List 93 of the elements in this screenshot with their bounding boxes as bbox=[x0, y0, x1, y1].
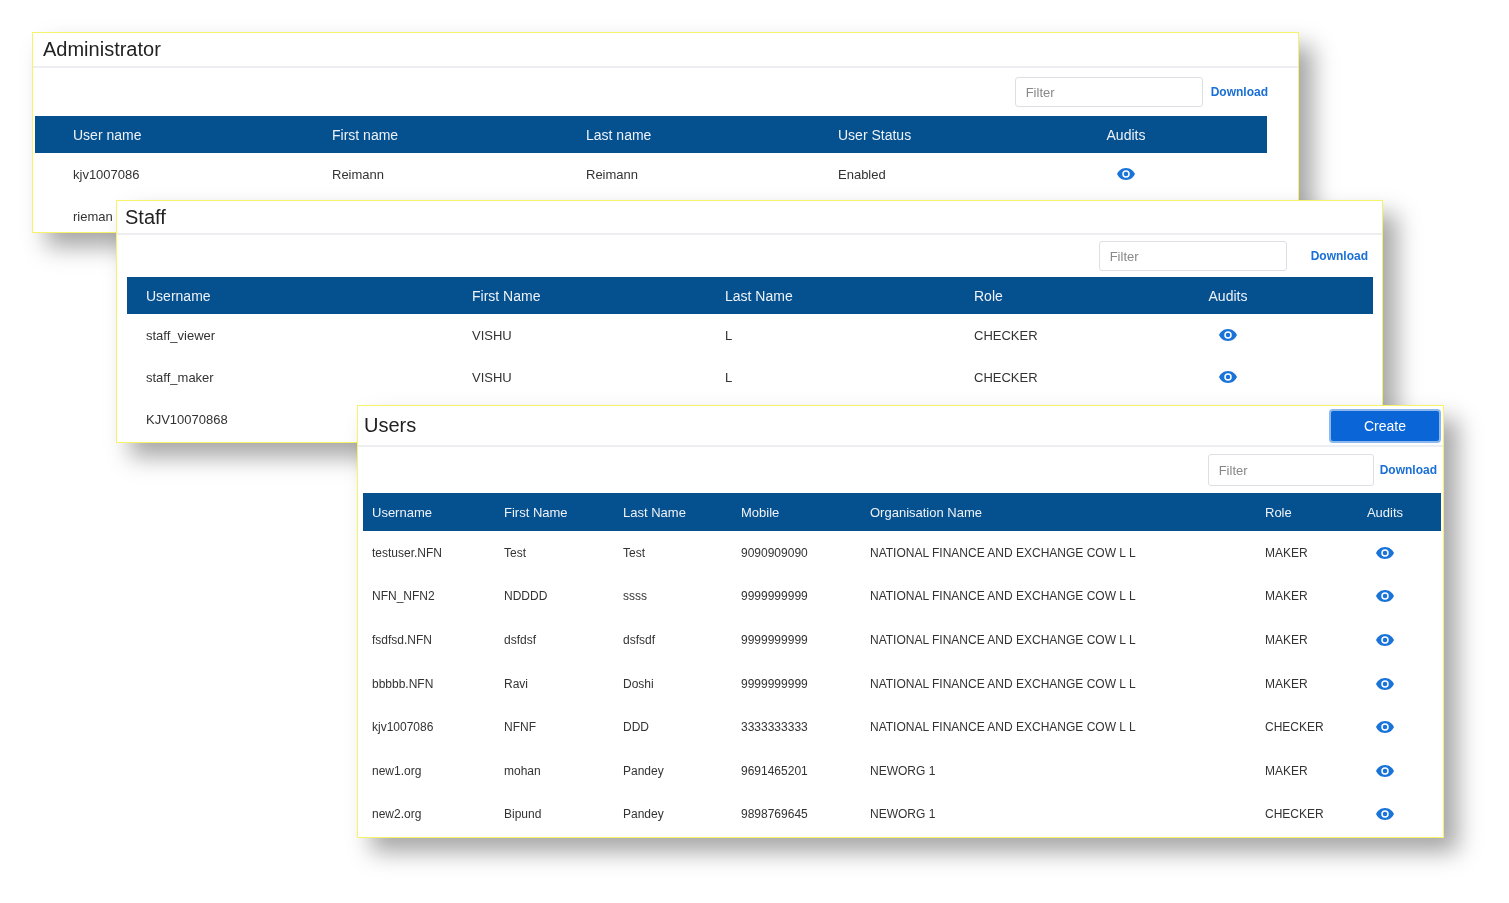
table-cell: CHECKER bbox=[974, 369, 1038, 385]
eye-icon[interactable] bbox=[1219, 371, 1237, 383]
column-header: Audits bbox=[1365, 504, 1405, 520]
table-cell: kjv1007086 bbox=[73, 166, 140, 182]
table-cell: MAKER bbox=[1265, 676, 1308, 691]
table-cell: Ravi bbox=[504, 676, 528, 691]
download-link[interactable]: Download bbox=[1379, 463, 1437, 477]
column-header: Last name bbox=[585, 126, 653, 143]
download-link[interactable]: Download bbox=[1210, 85, 1268, 99]
table-cell: VISHU bbox=[472, 327, 512, 343]
table-cell: MAKER bbox=[1265, 545, 1308, 560]
column-header: User name bbox=[72, 126, 143, 143]
table-cell: Test bbox=[504, 545, 526, 560]
table-cell: MAKER bbox=[1265, 633, 1308, 647]
table-cell: MAKER bbox=[1265, 763, 1308, 778]
column-header: Username bbox=[371, 504, 433, 520]
eye-icon[interactable] bbox=[1219, 329, 1237, 341]
filter-field[interactable]: Filter bbox=[1207, 454, 1374, 486]
table-cell: NDDDD bbox=[504, 589, 548, 604]
table-cell: L bbox=[725, 327, 733, 343]
table-cell: Test bbox=[623, 545, 645, 560]
column-header: First Name bbox=[471, 287, 542, 304]
download-link[interactable]: Download bbox=[1310, 249, 1368, 263]
eye-icon[interactable] bbox=[1376, 721, 1394, 734]
table-cell: DDD bbox=[623, 720, 649, 735]
column-header: Last Name bbox=[724, 287, 794, 304]
table-cell: 9090909090 bbox=[741, 545, 808, 560]
table-cell: 9999999999 bbox=[741, 589, 808, 604]
eye-icon[interactable] bbox=[1376, 590, 1394, 603]
table-cell: CHECKER bbox=[1265, 720, 1324, 735]
table-cell: testuser.NFN bbox=[372, 545, 443, 560]
table-cell: VISHU bbox=[472, 369, 512, 385]
column-header: Audits bbox=[1105, 126, 1147, 143]
filter-field[interactable]: Filter bbox=[1014, 77, 1203, 107]
table-cell: Doshi bbox=[623, 676, 654, 691]
table-cell: 9999999999 bbox=[741, 633, 808, 647]
table-cell: new1.org bbox=[372, 763, 422, 778]
table-cell: staff_viewer bbox=[146, 327, 216, 343]
table-cell: 9691465201 bbox=[741, 763, 808, 778]
table-cell: L bbox=[725, 369, 733, 385]
eye-icon[interactable] bbox=[1376, 764, 1394, 777]
table-cell: Reimann bbox=[586, 166, 639, 182]
table-cell: KJV10070868 bbox=[146, 411, 228, 427]
eye-icon[interactable] bbox=[1376, 546, 1394, 559]
filter-field[interactable]: Filter bbox=[1098, 241, 1287, 271]
table-cell: Pandey bbox=[623, 807, 664, 822]
create-button[interactable]: Create bbox=[1329, 408, 1441, 443]
table-cell: NATIONAL FINANCE AND EXCHANGE COW L L bbox=[870, 720, 1136, 735]
table-cell: NATIONAL FINANCE AND EXCHANGE COW L L bbox=[870, 589, 1136, 604]
table-cell: dsfsdf bbox=[623, 633, 655, 647]
table-cell: NATIONAL FINANCE AND EXCHANGE COW L L bbox=[870, 633, 1136, 647]
window-title: Users bbox=[364, 414, 417, 437]
table-cell: 9898769645 bbox=[741, 807, 808, 822]
column-header: Organisation Name bbox=[869, 504, 983, 520]
table-cell: Enabled bbox=[838, 166, 886, 182]
table-cell: MAKER bbox=[1265, 589, 1308, 604]
column-header: First Name bbox=[503, 504, 569, 520]
column-header: Role bbox=[1264, 504, 1293, 520]
column-header: Audits bbox=[1207, 287, 1249, 304]
table-cell: NEWORG 1 bbox=[870, 807, 936, 822]
table-cell: 3333333333 bbox=[741, 720, 808, 735]
table-cell: NFNF bbox=[504, 720, 536, 735]
column-header: Last Name bbox=[622, 504, 687, 520]
table-cell: bbbbb.NFN bbox=[372, 676, 434, 691]
column-header: Role bbox=[973, 287, 1004, 304]
table-cell: mohan bbox=[504, 763, 541, 778]
table-cell: ssss bbox=[623, 589, 647, 604]
table-cell: new2.org bbox=[372, 807, 422, 822]
table-cell: Bipund bbox=[504, 807, 542, 822]
column-header: First name bbox=[331, 126, 400, 143]
column-header: Username bbox=[145, 287, 212, 304]
eye-icon[interactable] bbox=[1117, 168, 1135, 180]
eye-icon[interactable] bbox=[1376, 677, 1394, 690]
table-cell: fsdfsd.NFN bbox=[372, 633, 432, 647]
eye-icon[interactable] bbox=[1376, 634, 1394, 646]
eye-icon[interactable] bbox=[1376, 808, 1394, 821]
column-header: User Status bbox=[837, 126, 913, 143]
table-cell: Reimann bbox=[332, 166, 385, 182]
column-header: Mobile bbox=[740, 504, 781, 520]
window-title: Staff bbox=[125, 205, 166, 229]
table-cell: NATIONAL FINANCE AND EXCHANGE COW L L bbox=[870, 545, 1136, 560]
table-cell: NFN_NFN2 bbox=[372, 589, 435, 604]
window-title: Administrator bbox=[43, 38, 161, 61]
table-cell: CHECKER bbox=[1265, 807, 1324, 822]
table-cell: dsfdsf bbox=[504, 633, 536, 647]
table-cell: CHECKER bbox=[974, 327, 1038, 343]
table-cell: NEWORG 1 bbox=[870, 763, 936, 778]
table-cell: 9999999999 bbox=[741, 676, 808, 691]
table-cell: NATIONAL FINANCE AND EXCHANGE COW L L bbox=[870, 676, 1136, 691]
table-cell: staff_maker bbox=[146, 369, 214, 385]
table-cell: kjv1007086 bbox=[372, 720, 434, 735]
table-cell: rieman bbox=[73, 208, 113, 224]
table-cell: Pandey bbox=[623, 763, 664, 778]
